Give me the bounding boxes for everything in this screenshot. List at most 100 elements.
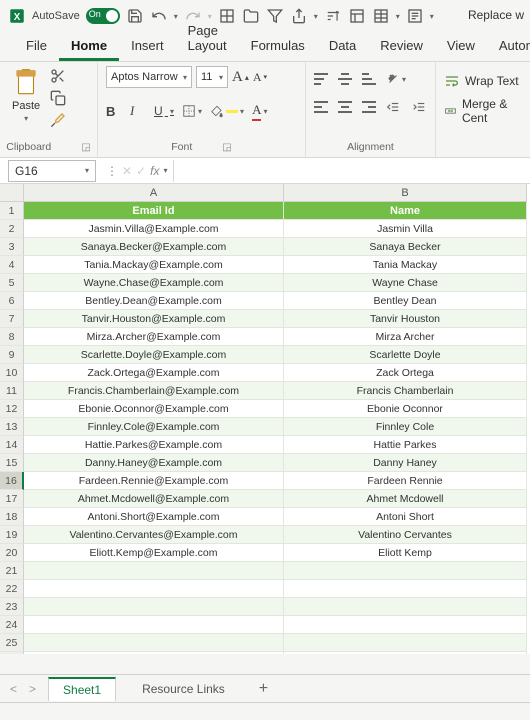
row-header[interactable]: 7 [0,310,24,328]
tab-review[interactable]: Review [368,32,435,61]
row-header[interactable]: 15 [0,454,24,472]
open-icon[interactable] [242,7,260,25]
borders-button[interactable]: ▾ [182,102,202,120]
cell[interactable]: Sanaya Becker [284,238,527,256]
cell[interactable] [24,634,284,652]
cell[interactable] [24,598,284,616]
cell[interactable]: Mirza.Archer@Example.com [24,328,284,346]
row-header[interactable]: 10 [0,364,24,382]
autosave-toggle[interactable]: On [86,8,120,24]
layout-dropdown-icon[interactable]: ▾ [396,12,400,21]
cell[interactable] [24,616,284,634]
cell[interactable]: Finnley.Cole@Example.com [24,418,284,436]
filter-icon[interactable] [266,7,284,25]
cell[interactable]: Francis.Chamberlain@Example.com [24,382,284,400]
cell[interactable]: Name [284,202,527,220]
cell[interactable] [24,652,284,654]
sheet-nav-prev-icon[interactable]: < [10,682,17,696]
row-header[interactable]: 19 [0,526,24,544]
cell[interactable] [284,562,527,580]
cell[interactable]: Scarlette Doyle [284,346,527,364]
row-header[interactable]: 3 [0,238,24,256]
increase-indent-icon[interactable] [412,98,428,116]
fx-icon[interactable]: fx [150,164,159,178]
row-header[interactable]: 23 [0,598,24,616]
cell[interactable]: Wayne Chase [284,274,527,292]
share-dropdown-icon[interactable]: ▾ [314,12,318,21]
row-header[interactable]: 5 [0,274,24,292]
cell[interactable]: Ahmet Mcdowell [284,490,527,508]
tab-insert[interactable]: Insert [119,32,176,61]
row-header[interactable]: 2 [0,220,24,238]
spreadsheet-grid[interactable]: A B 123456789101112131415161718192021222… [0,184,530,654]
cell[interactable] [24,580,284,598]
align-bottom-icon[interactable] [362,73,376,85]
enter-formula-icon[interactable]: ✓ [136,164,146,178]
row-header[interactable]: 26 [0,652,24,654]
row-header[interactable]: 13 [0,418,24,436]
cell[interactable]: Finnley Cole [284,418,527,436]
fx-expand-icon[interactable]: ▾ [163,166,167,175]
row-header[interactable]: 11 [0,382,24,400]
cell[interactable]: Tania.Mackay@Example.com [24,256,284,274]
col-header-a[interactable]: A [24,184,284,202]
row-header[interactable]: 9 [0,346,24,364]
tab-data[interactable]: Data [317,32,368,61]
cell[interactable] [284,652,527,654]
cell[interactable]: Zack.Ortega@Example.com [24,364,284,382]
cell[interactable] [284,598,527,616]
increase-font-icon[interactable]: A▴ [232,68,249,86]
bold-button[interactable]: B [106,102,122,120]
paste-dropdown-icon[interactable]: ▾ [24,114,28,123]
align-middle-icon[interactable] [338,73,352,85]
italic-button[interactable]: I [130,102,146,120]
cell[interactable]: Ebonie Oconnor [284,400,527,418]
cell[interactable]: Eliott Kemp [284,544,527,562]
decrease-indent-icon[interactable] [386,98,402,116]
cell[interactable]: Jasmin.Villa@Example.com [24,220,284,238]
cell[interactable]: Scarlette.Doyle@Example.com [24,346,284,364]
cell[interactable]: Ahmet.Mcdowell@Example.com [24,490,284,508]
qat-more-icon[interactable]: ▾ [430,12,434,21]
align-top-icon[interactable] [314,73,328,85]
cell[interactable]: Antoni.Short@Example.com [24,508,284,526]
row-header[interactable]: 14 [0,436,24,454]
decrease-font-icon[interactable]: A▾ [253,68,269,86]
align-center-icon[interactable] [338,101,352,113]
cell[interactable]: Sanaya.Becker@Example.com [24,238,284,256]
cell[interactable] [284,580,527,598]
cell[interactable]: Fardeen.Rennie@Example.com [24,472,284,490]
sheet-tab-resource-links[interactable]: Resource Links [128,677,239,701]
paste-button[interactable]: Paste ▾ [8,66,44,125]
form-icon[interactable] [406,7,424,25]
underline-button[interactable]: U ▾ [154,102,174,120]
add-sheet-icon[interactable]: + [259,680,268,698]
tab-formulas[interactable]: Formulas [239,32,317,61]
cell[interactable] [284,616,527,634]
cell[interactable]: Tanvir.Houston@Example.com [24,310,284,328]
cell[interactable]: Tania Mackay [284,256,527,274]
orientation-icon[interactable]: ab▾ [386,70,406,88]
cell[interactable]: Danny.Haney@Example.com [24,454,284,472]
cell[interactable]: Wayne.Chase@Example.com [24,274,284,292]
sheet-tab-active[interactable]: Sheet1 [48,677,116,701]
fill-color-button[interactable]: ▾ [210,102,244,120]
cell[interactable]: Danny Haney [284,454,527,472]
redo-icon[interactable] [184,7,202,25]
cell[interactable]: Email Id [24,202,284,220]
cell[interactable]: Antoni Short [284,508,527,526]
cell[interactable]: Jasmin Villa [284,220,527,238]
merge-center-button[interactable]: Merge & Cent [444,100,522,122]
sheet-nav-next-icon[interactable]: > [29,682,36,696]
cell[interactable]: Bentley Dean [284,292,527,310]
formula-bar[interactable] [173,160,530,182]
table-icon[interactable] [348,7,366,25]
namebox-expand-icon[interactable]: ⋮ [106,164,118,178]
tab-file[interactable]: File [14,32,59,61]
redo-dropdown-icon[interactable]: ▾ [208,12,212,21]
cancel-formula-icon[interactable]: ✕ [122,164,132,178]
cell[interactable]: Tanvir Houston [284,310,527,328]
row-header[interactable]: 22 [0,580,24,598]
font-dialog-icon[interactable]: ◲ [222,142,231,153]
row-header[interactable]: 18 [0,508,24,526]
